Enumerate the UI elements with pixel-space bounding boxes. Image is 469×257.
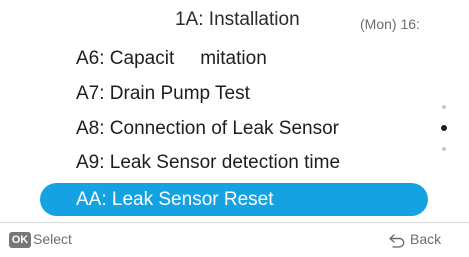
menu-item-label-part: A6: Capacit <box>76 48 175 69</box>
scroll-indicator <box>437 105 451 155</box>
select-hint-label: Select <box>33 231 72 247</box>
menu-item-a7[interactable]: A7: Drain Pump Test <box>40 77 428 110</box>
page-title: 1A: Installation <box>175 9 300 30</box>
menu-item-aa-selected[interactable]: AA: Leak Sensor Reset <box>40 183 428 216</box>
menu-item-label: A7: Drain Pump Test <box>76 83 250 104</box>
menu-item-label: A9: Leak Sensor detection time <box>76 152 341 173</box>
back-arrow-icon[interactable] <box>388 232 406 248</box>
scroll-dot <box>442 147 446 151</box>
settings-menu-list: A6: Capacit mitation A7: Drain Pump Test … <box>0 40 469 222</box>
menu-item-label: AA: Leak Sensor Reset <box>76 189 274 210</box>
ok-button-icon[interactable]: OK <box>9 232 31 248</box>
menu-item-a6[interactable]: A6: Capacit mitation <box>40 42 428 75</box>
menu-item-label: A8: Connection of Leak Sensor <box>76 118 340 139</box>
menu-item-label-part: mitation <box>200 48 267 69</box>
scroll-dot <box>442 105 446 109</box>
header-bar: 1A: Installation (Mon) 16: <box>0 0 469 42</box>
clock-display: (Mon) 16: <box>360 16 420 32</box>
installation-menu-screen: 1A: Installation (Mon) 16: A6: Capacit mi… <box>0 0 469 257</box>
menu-item-a8[interactable]: A8: Connection of Leak Sensor <box>40 112 428 145</box>
menu-item-a9[interactable]: A9: Leak Sensor detection time <box>40 146 428 179</box>
back-hint-label: Back <box>410 231 442 247</box>
scroll-dot-active <box>441 125 447 131</box>
footer-bar: OK Select Back <box>0 223 469 257</box>
